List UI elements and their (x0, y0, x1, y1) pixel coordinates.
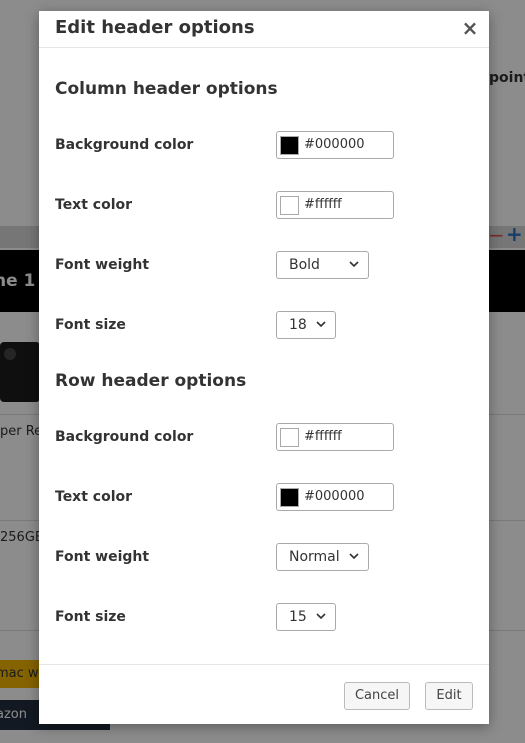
dialog-title: Edit header options (55, 17, 255, 38)
edit-button[interactable]: Edit (425, 682, 473, 710)
row-font-size-label: Font size (55, 609, 126, 625)
color-hex-value: #000000 (304, 489, 365, 504)
color-swatch[interactable] (280, 136, 299, 155)
dialog-footer: Cancel Edit (39, 664, 489, 725)
color-swatch[interactable] (280, 196, 299, 215)
color-swatch[interactable] (280, 488, 299, 507)
close-icon[interactable]: × (461, 17, 479, 39)
column-font-weight-label: Font weight (55, 257, 150, 273)
dialog-header: Edit header options × (39, 11, 489, 48)
column-text-color-label: Text color (55, 197, 133, 213)
chevron-down-icon (316, 613, 326, 620)
select-value: Bold (289, 257, 320, 273)
color-hex-value: #ffffff (304, 429, 342, 444)
column-font-size-select[interactable]: 18 (276, 311, 336, 339)
color-hex-value: #000000 (304, 137, 365, 152)
chevron-down-icon (349, 261, 359, 268)
row-font-weight-select[interactable]: Normal (276, 543, 369, 571)
column-background-color-label: Background color (55, 137, 194, 153)
cancel-button[interactable]: Cancel (344, 682, 410, 710)
column-font-weight-select[interactable]: Bold (276, 251, 369, 279)
column-text-color-input[interactable]: #ffffff (276, 191, 394, 219)
edit-header-options-dialog: Edit header options × Column header opti… (39, 11, 489, 724)
row-background-color-label: Background color (55, 429, 194, 445)
select-value: Normal (289, 549, 340, 565)
row-font-size-select[interactable]: 15 (276, 603, 336, 631)
chevron-down-icon (349, 553, 359, 560)
select-value: 18 (289, 317, 307, 333)
column-font-size-label: Font size (55, 317, 126, 333)
row-text-color-input[interactable]: #000000 (276, 483, 394, 511)
column-background-color-input[interactable]: #000000 (276, 131, 394, 159)
row-background-color-input[interactable]: #ffffff (276, 423, 394, 451)
row-font-weight-label: Font weight (55, 549, 150, 565)
chevron-down-icon (316, 321, 326, 328)
column-header-section-title: Column header options (55, 79, 278, 99)
row-text-color-label: Text color (55, 489, 133, 505)
row-header-section-title: Row header options (55, 371, 247, 391)
color-swatch[interactable] (280, 428, 299, 447)
color-hex-value: #ffffff (304, 197, 342, 212)
select-value: 15 (289, 609, 307, 625)
